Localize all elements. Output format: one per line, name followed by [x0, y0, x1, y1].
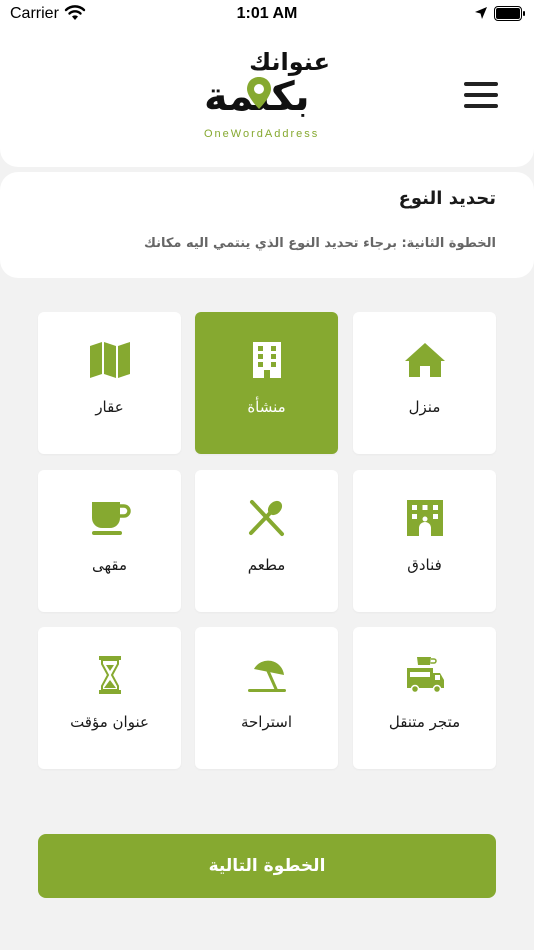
app-header: عنوانك بكلمة OneWordAddress [0, 28, 534, 167]
beach-umbrella-icon [247, 660, 286, 692]
place-type-grid: منزل منشأة عقار فنادق مطعم مقهى متجر متن… [38, 312, 496, 770]
building-icon [252, 342, 281, 378]
map-icon [89, 342, 130, 378]
house-icon [404, 343, 445, 377]
app-logo: عنوانك بكلمة OneWordAddress [200, 48, 340, 148]
type-label: عقار [95, 398, 124, 416]
logo-tagline: OneWordAddress [204, 128, 320, 140]
type-tile-real-estate[interactable]: عقار [38, 312, 181, 454]
type-tile-mobile-store[interactable]: متجر متنقل [353, 627, 496, 769]
location-pin-icon [247, 77, 271, 109]
type-tile-establishment[interactable]: منشأة [195, 312, 338, 454]
next-step-button[interactable]: الخطوة التالية [38, 834, 496, 898]
food-truck-icon [406, 657, 444, 694]
step-info-card: تحديد النوع الخطوة الثانية: برجاء تحديد … [0, 172, 534, 278]
type-label: مطعم [247, 556, 286, 574]
hotel-icon [406, 500, 443, 536]
coffee-cup-icon [91, 502, 131, 535]
type-tile-restaurant[interactable]: مطعم [195, 470, 338, 612]
step-description: الخطوة الثانية: برجاء تحديد النوع الذي ي… [143, 236, 496, 251]
type-label: عنوان مؤقت [70, 713, 149, 731]
type-tile-house[interactable]: منزل [353, 312, 496, 454]
hourglass-icon [98, 656, 121, 694]
type-tile-temporary-address[interactable]: عنوان مؤقت [38, 627, 181, 769]
utensils-icon [248, 500, 284, 536]
type-label: متجر متنقل [388, 713, 461, 731]
type-tile-cafe[interactable]: مقهى [38, 470, 181, 612]
step-title: تحديد النوع [398, 188, 496, 209]
type-label: فنادق [407, 556, 442, 574]
type-label: منشأة [247, 398, 286, 416]
status-time: 1:01 AM [236, 5, 298, 22]
type-tile-hotels[interactable]: فنادق [353, 470, 496, 612]
type-label: مقهى [91, 556, 128, 574]
hamburger-menu-icon[interactable] [462, 78, 500, 112]
status-bar: Carrier 1:01 AM [0, 0, 534, 28]
type-label: منزل [408, 398, 441, 416]
logo-line-1: عنوانك [249, 48, 330, 76]
type-tile-rest-house[interactable]: استراحة [195, 627, 338, 769]
battery-icon [494, 6, 525, 21]
location-arrow-icon [475, 7, 487, 19]
type-label: استراحة [240, 713, 293, 731]
